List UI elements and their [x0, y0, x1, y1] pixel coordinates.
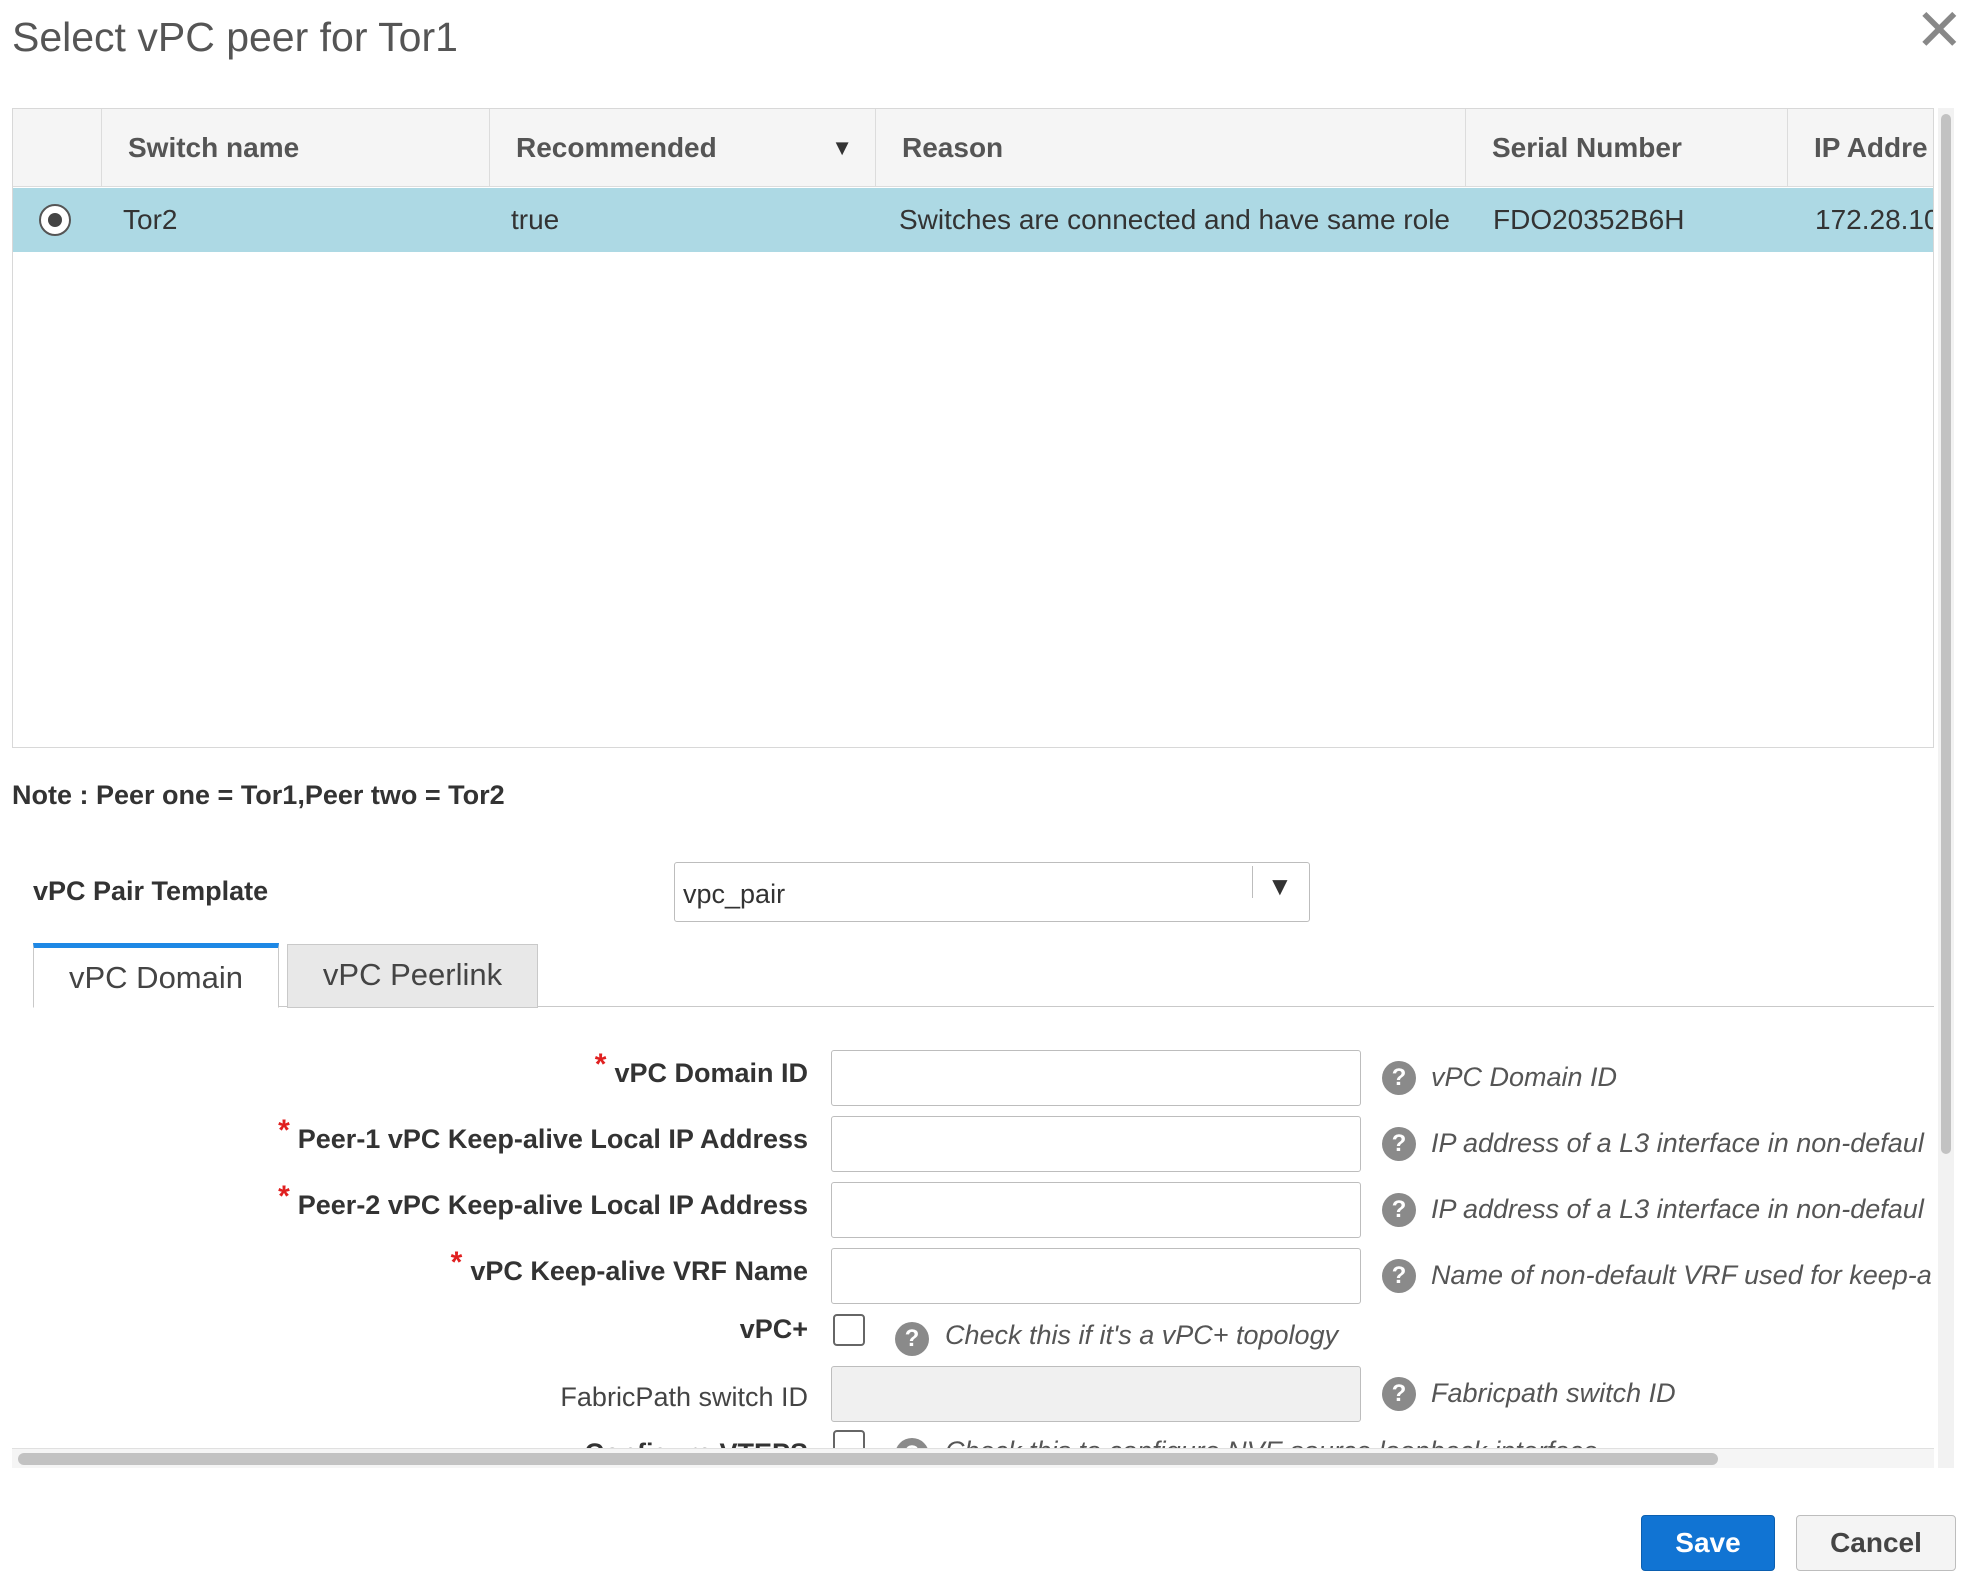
peer1-keepalive-ip-label-text: Peer-1 vPC Keep-alive Local IP Address: [297, 1124, 808, 1154]
tab-vpc-domain[interactable]: vPC Domain: [33, 943, 279, 1008]
template-label: vPC Pair Template: [33, 876, 269, 906]
cell-serial-number: FDO20352B6H: [1493, 204, 1685, 235]
column-header-serial-number[interactable]: Serial Number: [1466, 109, 1788, 187]
vpc-domain-id-label: * vPC Domain ID: [595, 1048, 808, 1090]
column-header-recommended-label: Recommended: [516, 132, 717, 163]
horizontal-scrollbar[interactable]: [12, 1448, 1934, 1468]
template-select-value: vpc_pair: [683, 879, 786, 909]
vpc-domain-form: * vPC Domain ID ? vPC Domain ID * Peer-1 v…: [0, 1030, 1934, 1448]
column-header-switch-name[interactable]: Switch name: [102, 109, 490, 187]
tab-vpc-peerlink[interactable]: vPC Peerlink: [287, 944, 538, 1008]
vpc-domain-id-help: vPC Domain ID: [1431, 1062, 1618, 1092]
required-marker: *: [450, 1246, 463, 1279]
dropdown-arrow-icon[interactable]: ▼: [1267, 871, 1293, 902]
template-select[interactable]: vpc_pair ▼: [674, 862, 1310, 922]
help-icon[interactable]: ?: [895, 1438, 929, 1448]
vpc-plus-label: vPC+: [739, 1314, 808, 1344]
cell-ip-address: 172.28.10: [1815, 204, 1934, 235]
dialog-title: Select vPC peer for Tor1: [12, 14, 458, 60]
configure-vteps-checkbox[interactable]: [833, 1430, 865, 1448]
table-header: Switch name Recommended ▼ Reason Serial …: [13, 109, 1933, 187]
help-icon[interactable]: ?: [895, 1322, 929, 1356]
help-icon[interactable]: ?: [1382, 1259, 1416, 1293]
cancel-button[interactable]: Cancel: [1796, 1515, 1956, 1571]
keepalive-vrf-label: * vPC Keep-alive VRF Name: [451, 1246, 808, 1288]
keepalive-vrf-input[interactable]: [831, 1248, 1361, 1304]
fabricpath-switch-id-label: FabricPath switch ID: [560, 1382, 808, 1412]
help-icon[interactable]: ?: [1382, 1193, 1416, 1227]
cell-recommended: true: [511, 204, 560, 235]
configure-vteps-help: Check this to configure NVE source loopb…: [945, 1436, 1598, 1448]
peer2-keepalive-ip-label-text: Peer-2 vPC Keep-alive Local IP Address: [297, 1190, 808, 1220]
peer1-keepalive-ip-input[interactable]: [831, 1116, 1361, 1172]
vpc-domain-id-input[interactable]: [831, 1050, 1361, 1106]
keepalive-vrf-label-text: vPC Keep-alive VRF Name: [470, 1256, 808, 1286]
table-row[interactable]: Tor2 true Switches are connected and hav…: [13, 188, 1934, 252]
help-icon[interactable]: ?: [1382, 1061, 1416, 1095]
peer1-keepalive-ip-help: IP address of a L3 interface in non-defa…: [1431, 1128, 1924, 1158]
cell-switch-name: Tor2: [123, 204, 178, 235]
peer-table: Switch name Recommended ▼ Reason Serial …: [12, 108, 1934, 748]
vertical-scroll-thumb[interactable]: [1941, 114, 1951, 1154]
vpc-domain-id-label-text: vPC Domain ID: [614, 1058, 808, 1088]
required-marker: *: [594, 1048, 607, 1081]
keepalive-vrf-help: Name of non-default VRF used for keep-a: [1431, 1260, 1932, 1290]
row-select-radio[interactable]: [39, 204, 71, 236]
fabricpath-switch-id-help: Fabricpath switch ID: [1431, 1378, 1676, 1408]
column-header-reason[interactable]: Reason: [876, 109, 1466, 187]
vpc-peer-dialog: Select vPC peer for Tor1 ✕ Switch name R…: [0, 0, 1970, 1594]
peer2-keepalive-ip-help: IP address of a L3 interface in non-defa…: [1431, 1194, 1924, 1224]
vpc-plus-checkbox[interactable]: [833, 1314, 865, 1346]
save-button[interactable]: Save: [1641, 1515, 1775, 1571]
sort-desc-icon[interactable]: ▼: [831, 109, 853, 187]
column-header-ip-address[interactable]: IP Addre: [1788, 109, 1933, 187]
help-icon[interactable]: ?: [1382, 1127, 1416, 1161]
peer-note: Note : Peer one = Tor1,Peer two = Tor2: [12, 780, 505, 810]
column-header-recommended[interactable]: Recommended ▼: [490, 109, 876, 187]
configure-vteps-label: Configure VTEPS: [584, 1438, 808, 1448]
vpc-plus-help: Check this if it's a vPC+ topology: [945, 1320, 1339, 1350]
help-icon[interactable]: ?: [1382, 1377, 1416, 1411]
select-divider: [1252, 866, 1253, 898]
peer2-keepalive-ip-input[interactable]: [831, 1182, 1361, 1238]
required-marker: *: [278, 1114, 290, 1147]
horizontal-scroll-thumb[interactable]: [18, 1453, 1718, 1465]
close-icon[interactable]: ✕: [1915, 2, 1964, 60]
cell-reason: Switches are connected and have same rol…: [899, 204, 1450, 235]
peer1-keepalive-ip-label: * Peer-1 vPC Keep-alive Local IP Address: [278, 1114, 808, 1156]
required-marker: *: [278, 1180, 290, 1213]
fabricpath-switch-id-input: [831, 1366, 1361, 1422]
select-column-header: [13, 109, 102, 187]
peer2-keepalive-ip-label: * Peer-2 vPC Keep-alive Local IP Address: [278, 1180, 808, 1222]
vertical-scrollbar[interactable]: [1938, 108, 1954, 1468]
